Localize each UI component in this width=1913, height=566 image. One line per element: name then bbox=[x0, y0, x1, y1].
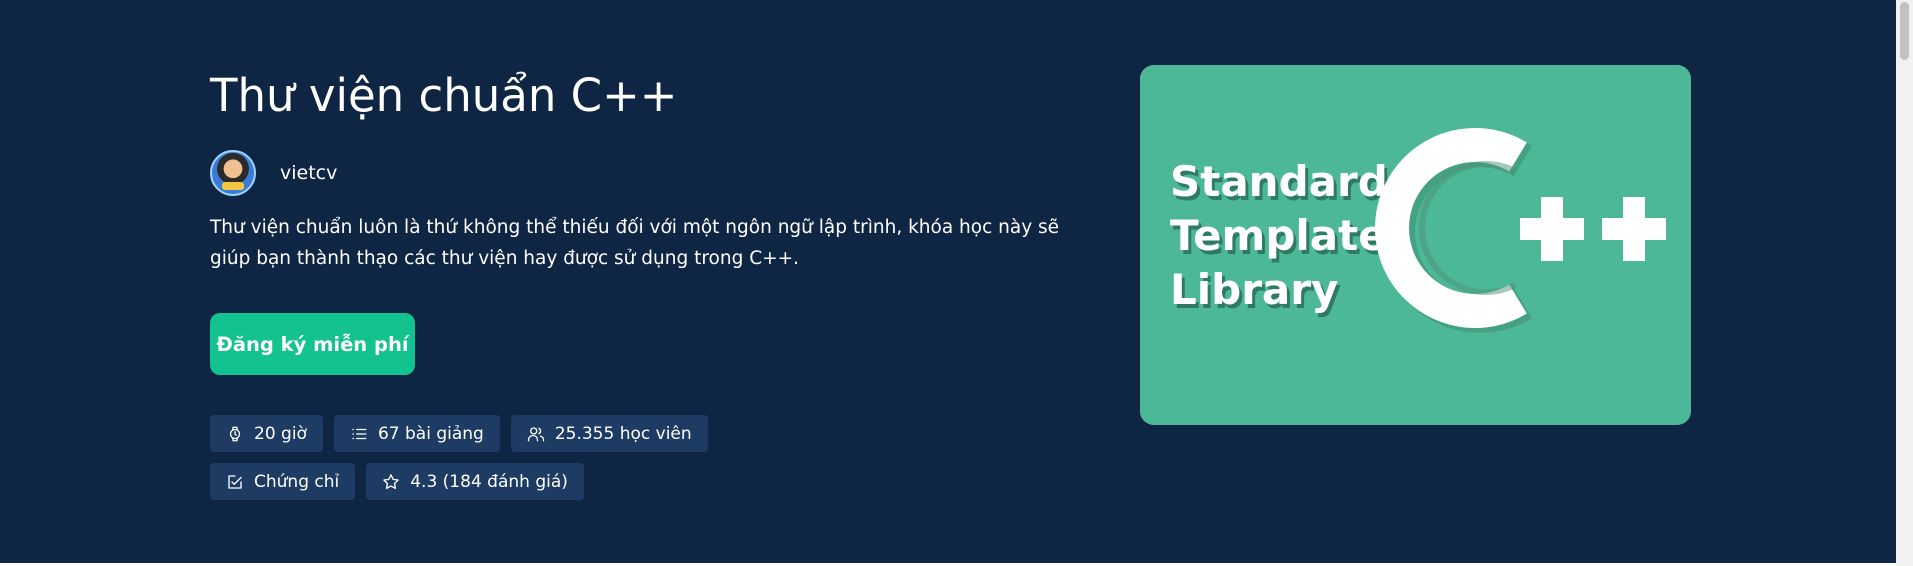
certificate-text: Chứng chỉ bbox=[254, 471, 340, 492]
course-thumbnail[interactable]: Standard Standard Template Template Libr… bbox=[1140, 65, 1691, 425]
stl-cpp-thumbnail-image: Standard Standard Template Template Libr… bbox=[1140, 65, 1691, 425]
author[interactable]: vietcv bbox=[210, 149, 337, 197]
course-title: Thư viện chuẩn C++ bbox=[210, 69, 678, 122]
students-chip: 25.355 học viên bbox=[510, 415, 708, 452]
rating-chip: 4.3 (184 đánh giá) bbox=[366, 463, 584, 500]
rating-text: 4.3 (184 đánh giá) bbox=[410, 471, 568, 492]
star-icon bbox=[383, 473, 400, 489]
page-scrollbar[interactable] bbox=[1896, 0, 1913, 566]
duration-chip: 20 giờ bbox=[210, 415, 323, 452]
users-icon bbox=[527, 426, 545, 441]
watch-icon bbox=[229, 426, 241, 441]
thumb-line3: Library bbox=[1170, 265, 1338, 314]
lessons-chip: 67 bài giảng bbox=[333, 415, 500, 452]
course-hero: Thư viện chuẩn C++ vietcv Thư viện chuẩn… bbox=[0, 0, 1896, 563]
certificate-chip: Chứng chỉ bbox=[210, 463, 356, 500]
course-description: Thư viện chuẩn luôn là thứ không thể thi… bbox=[210, 217, 1060, 269]
scrollbar-thumb[interactable] bbox=[1900, 2, 1909, 60]
list-icon bbox=[352, 428, 367, 439]
thumb-line2: Template bbox=[1170, 211, 1387, 260]
thumb-line1: Standard bbox=[1170, 157, 1388, 206]
lessons-text: 67 bài giảng bbox=[377, 423, 484, 444]
course-meta-row: 20 giờ 67 bài giảng 25.355 học viên bbox=[210, 415, 708, 452]
students-text: 25.355 học viên bbox=[554, 423, 692, 444]
course-meta-row-2: Chứng chỉ 4.3 (184 đánh giá) bbox=[210, 463, 584, 500]
author-name[interactable]: vietcv bbox=[280, 162, 337, 184]
avatar[interactable] bbox=[210, 150, 256, 196]
register-free-button[interactable]: Đăng ký miễn phí bbox=[210, 313, 415, 375]
duration-text: 20 giờ bbox=[254, 423, 307, 444]
certificate-icon bbox=[228, 474, 242, 489]
